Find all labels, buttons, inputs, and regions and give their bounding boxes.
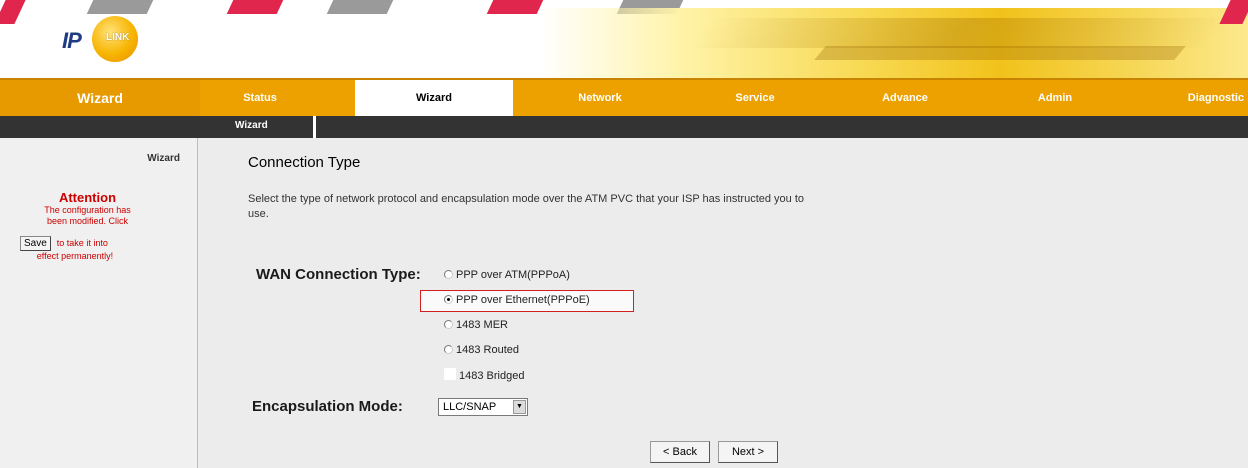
sidebar-title: Wizard bbox=[147, 153, 180, 164]
chevron-down-icon[interactable]: ▼ bbox=[513, 400, 526, 414]
attention-line: been modified. Click bbox=[46, 216, 129, 226]
iplink-logo: IP LINK bbox=[62, 16, 148, 62]
attention-notice: Attention The configuration has been mod… bbox=[0, 190, 175, 227]
tab-wizard[interactable]: Wizard bbox=[355, 80, 513, 116]
option-1483-bridged[interactable]: 1483 Bridged bbox=[444, 368, 524, 382]
sub-tab-bar: Wizard bbox=[0, 116, 1248, 138]
main-tab-bar: Wizard Status Wizard Network Service Adv… bbox=[0, 78, 1248, 116]
tab-admin[interactable]: Admin bbox=[1000, 80, 1110, 116]
encapsulation-mode-label: Encapsulation Mode: bbox=[252, 398, 403, 415]
radio-1483-bridged[interactable] bbox=[444, 368, 456, 380]
logo-text-link: LINK bbox=[106, 32, 130, 43]
option-label: 1483 Routed bbox=[456, 344, 519, 356]
attention-line: effect permanently! bbox=[36, 251, 114, 261]
option-1483-mer[interactable]: 1483 MER bbox=[444, 319, 508, 331]
wan-connection-type-label: WAN Connection Type: bbox=[256, 266, 421, 283]
radio-pppoe[interactable] bbox=[444, 295, 453, 304]
tab-diagnostic[interactable]: Diagnostic bbox=[1170, 80, 1248, 116]
decor-stripe bbox=[326, 0, 394, 14]
radio-pppoa[interactable] bbox=[444, 270, 453, 279]
main-content: Connection Type Select the type of netwo… bbox=[198, 138, 1248, 468]
decor-stripe bbox=[486, 0, 544, 14]
attention-line: to take it into bbox=[56, 238, 108, 248]
header: IP LINK bbox=[0, 0, 1248, 78]
decor-stripe bbox=[0, 0, 26, 24]
option-label: PPP over ATM(PPPoA) bbox=[456, 269, 570, 281]
save-button[interactable]: Save bbox=[20, 236, 51, 251]
decor-stripe bbox=[1219, 0, 1248, 24]
radio-1483-mer[interactable] bbox=[444, 320, 453, 329]
option-label: 1483 MER bbox=[456, 319, 508, 331]
tab-network[interactable]: Network bbox=[530, 80, 670, 116]
attention-line: The configuration has bbox=[44, 205, 131, 215]
back-button[interactable]: < Back bbox=[650, 441, 710, 463]
brand-label: Wizard bbox=[0, 80, 200, 116]
logo-text-ip: IP bbox=[62, 28, 82, 53]
page-description: Select the type of network protocol and … bbox=[248, 193, 805, 220]
encapsulation-mode-select[interactable]: LLC/SNAP ▼ bbox=[438, 398, 528, 416]
decor-stripe bbox=[86, 0, 154, 14]
save-row: Save to take it into bbox=[20, 236, 108, 251]
header-banner bbox=[540, 8, 1248, 78]
option-label: PPP over Ethernet(PPPoE) bbox=[456, 294, 590, 306]
tab-advance[interactable]: Advance bbox=[840, 80, 970, 116]
page-title: Connection Type bbox=[248, 154, 361, 171]
sidebar: Wizard Attention The configuration has b… bbox=[0, 138, 198, 468]
attention-title: Attention bbox=[58, 190, 117, 205]
option-1483-routed[interactable]: 1483 Routed bbox=[444, 344, 519, 356]
encapsulation-mode-value: LLC/SNAP bbox=[443, 401, 497, 413]
tab-service[interactable]: Service bbox=[690, 80, 820, 116]
radio-1483-routed[interactable] bbox=[444, 345, 453, 354]
next-button[interactable]: Next > bbox=[718, 441, 778, 463]
option-pppoa[interactable]: PPP over ATM(PPPoA) bbox=[444, 269, 570, 281]
decor-stripe bbox=[226, 0, 284, 14]
subtab-wizard[interactable]: Wizard bbox=[200, 116, 316, 138]
option-label: 1483 Bridged bbox=[459, 370, 525, 382]
tab-status[interactable]: Status bbox=[205, 80, 315, 116]
option-pppoe[interactable]: PPP over Ethernet(PPPoE) bbox=[444, 294, 590, 306]
